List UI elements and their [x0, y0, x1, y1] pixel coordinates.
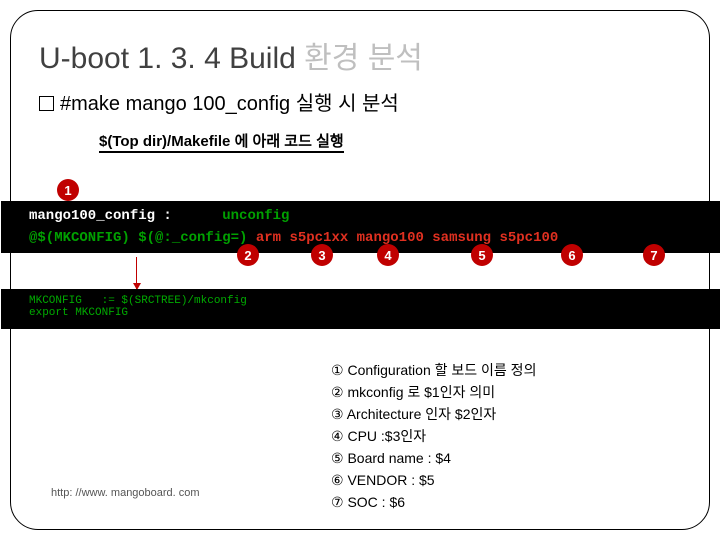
subtitle-text: #make mango 100_config 실행 시 분석 — [60, 93, 399, 115]
legend-text: Board name : $4 — [347, 450, 451, 466]
code-line1b: unconfig — [172, 208, 290, 224]
legend-num: ④ — [331, 428, 344, 444]
legend-row: ③ Architecture 인자 $2인자 — [331, 403, 536, 425]
legend-num: ⑤ — [331, 450, 344, 466]
legend: ① Configuration 할 보드 이름 정의 ② mkconfig 로 … — [331, 359, 536, 513]
makefile-note: $(Top dir)/Makefile 에 아래 코드 실행 — [99, 130, 344, 153]
legend-num: ③ — [331, 406, 344, 422]
slide-subtitle: #make mango 100_config 실행 시 분석 — [39, 87, 681, 116]
badge-4: 4 — [377, 244, 399, 266]
arrow-icon — [136, 257, 137, 289]
code-line2a: @$(MKCONFIG) $(@:_config=) — [29, 230, 247, 246]
slide-title: U-boot 1. 3. 4 Build 환경 분석 — [39, 33, 681, 77]
legend-text: SOC : $6 — [347, 494, 405, 510]
badge-7: 7 — [643, 244, 665, 266]
bullet-box-icon — [39, 96, 54, 111]
footer-url: http: //www. mangoboard. com — [51, 487, 200, 499]
legend-text: mkconfig 로 $1인자 의미 — [347, 384, 495, 400]
legend-text: CPU :$3인자 — [347, 428, 426, 444]
legend-num: ① — [331, 362, 344, 378]
legend-row: ④ CPU :$3인자 — [331, 425, 536, 447]
legend-row: ⑤ Board name : $4 — [331, 447, 536, 469]
legend-row: ① Configuration 할 보드 이름 정의 — [331, 359, 536, 381]
legend-num: ⑥ — [331, 472, 344, 488]
code-line1a: mango100_config : — [29, 208, 172, 224]
code-block-makefile: mango100_config : unconfig @$(MKCONFIG) … — [1, 201, 720, 253]
badge-3: 3 — [311, 244, 333, 266]
badge-5: 5 — [471, 244, 493, 266]
legend-num: ⑦ — [331, 494, 344, 510]
badge-1: 1 — [57, 179, 79, 201]
title-en: U-boot 1. 3. 4 Build — [39, 42, 304, 75]
title-ko: 환경 분석 — [304, 42, 423, 75]
legend-text: Architecture 인자 $2인자 — [347, 406, 497, 422]
code-block-mkconfig: MKCONFIG := $(SRCTREE)/mkconfig export M… — [1, 289, 720, 329]
badge-2: 2 — [237, 244, 259, 266]
legend-text: Configuration 할 보드 이름 정의 — [347, 362, 536, 378]
legend-row: ⑥ VENDOR : $5 — [331, 469, 536, 491]
legend-row: ⑦ SOC : $6 — [331, 491, 536, 513]
legend-row: ② mkconfig 로 $1인자 의미 — [331, 381, 536, 403]
legend-text: VENDOR : $5 — [347, 472, 434, 488]
slide-frame: U-boot 1. 3. 4 Build 환경 분석 #make mango 1… — [10, 10, 710, 530]
legend-num: ② — [331, 384, 344, 400]
badge-6: 6 — [561, 244, 583, 266]
code-line2b: arm s5pc1xx mango100 samsung s5pc100 — [247, 230, 558, 246]
